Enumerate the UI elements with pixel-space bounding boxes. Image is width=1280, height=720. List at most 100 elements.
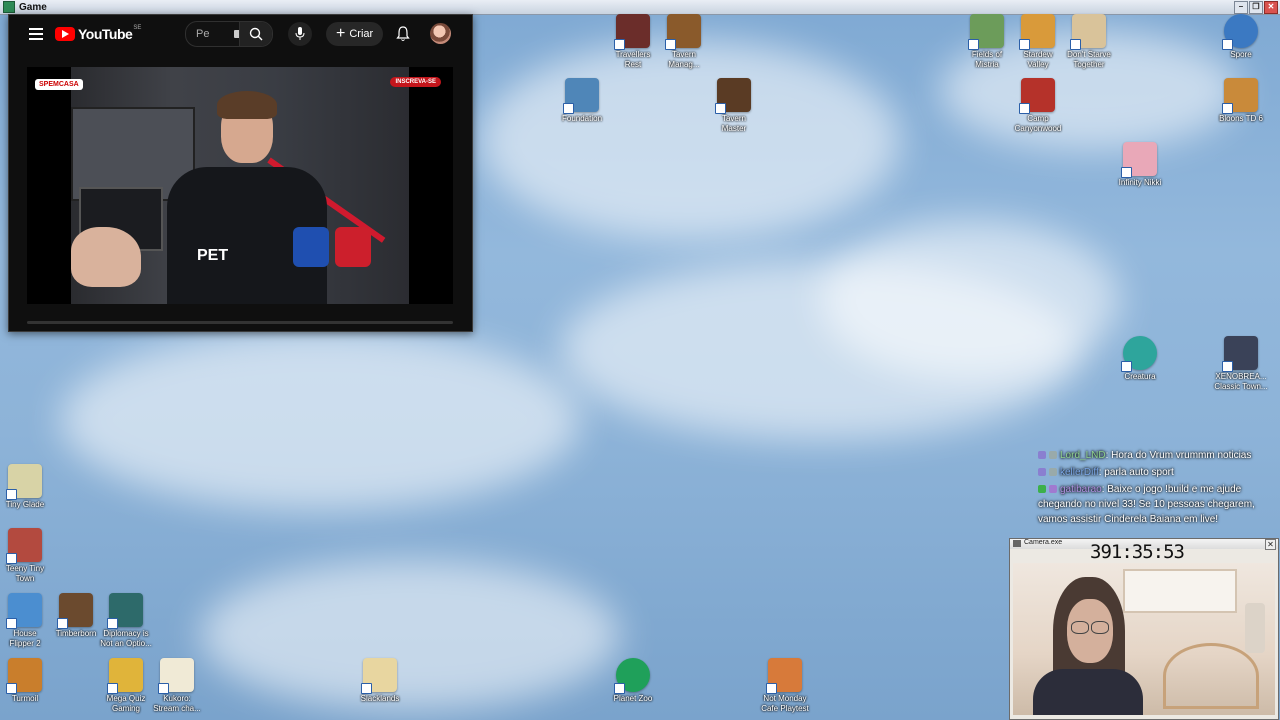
youtube-play-icon — [55, 27, 75, 41]
desktop-icon-fields-of-mistria[interactable]: Fields of Mistria — [960, 14, 1014, 70]
desktop-icon-label: Timberborn — [55, 629, 97, 638]
chat-message: kellerDiff: parla auto sport — [1038, 465, 1278, 480]
chat-text: : parla auto sport — [1098, 467, 1174, 478]
desktop-icon-diplomacy[interactable]: Diplomacy is Not an Optio... — [99, 593, 153, 649]
turmoil-icon — [6, 658, 42, 694]
desktop-icon-tiny-glade[interactable]: Tiny Glade — [0, 464, 52, 510]
video-progress-bar[interactable] — [27, 321, 453, 324]
desktop-icon-tavern-master[interactable]: Tavern Master — [707, 78, 761, 134]
notifications-button[interactable] — [393, 23, 413, 45]
video-person: PET — [167, 91, 371, 304]
desktop-icon-bloons-td-6[interactable]: Bloons TD 6 — [1214, 78, 1268, 124]
video-sponsor-text: PET — [197, 247, 229, 264]
slacklands-icon — [361, 658, 397, 694]
timberborn-icon — [57, 593, 93, 629]
stream-chat: Lord_LND: Hora do Vrum vrummm noticias k… — [1038, 448, 1278, 529]
spore-icon — [1222, 14, 1258, 50]
app-icon — [3, 1, 15, 13]
restore-button[interactable]: ❐ — [1249, 1, 1263, 14]
youtube-logo[interactable]: YouTube SE — [55, 25, 142, 42]
webcam-person — [1033, 573, 1143, 715]
badge-icon — [1049, 451, 1057, 460]
desktop-icon-label: Slacklands — [360, 694, 400, 703]
desktop-icon-label: Tavern Manag... — [668, 50, 700, 69]
desktop-icon-stardew-valley[interactable]: Stardew Valley — [1011, 14, 1065, 70]
diplomacy-icon — [107, 593, 143, 629]
search-button[interactable] — [239, 22, 272, 46]
desktop-icon-label: House Flipper 2 — [9, 629, 41, 648]
badge-icon — [1038, 485, 1046, 494]
desktop-icon-label: Mega Quiz Gaming — [106, 694, 146, 713]
house-flipper-2-icon — [6, 593, 42, 629]
avatar[interactable] — [430, 23, 451, 44]
travellers-rest-icon — [614, 14, 650, 50]
webcam-background-table — [1163, 643, 1259, 709]
subscribe-badge: INSCREVA-SE — [390, 77, 441, 87]
desktop-icon-infinity-nikki[interactable]: Infinity Nikki — [1113, 142, 1167, 188]
desktop-icon-slacklands[interactable]: Slacklands — [353, 658, 407, 704]
hamburger-menu-icon[interactable] — [29, 28, 43, 40]
desktop-icon-turmoil[interactable]: Turmoil — [0, 658, 52, 704]
desktop-icon-xenobrea[interactable]: XENOBREA... Classic Town... — [1214, 336, 1268, 392]
channel-badge: SPEMCASA — [35, 79, 83, 90]
desktop-icon-planet-zoo[interactable]: Planet Zoo — [606, 658, 660, 704]
youtube-header: YouTube SE Pe + Criar — [9, 15, 472, 53]
chat-username: Lord_LND — [1060, 450, 1106, 461]
foundation-icon — [563, 78, 599, 114]
mega-quiz-icon — [107, 658, 143, 694]
desktop-icon-label: Travellers Rest — [615, 50, 651, 69]
desktop-icon-travellers-rest[interactable]: Travellers Rest — [606, 14, 660, 70]
desktop-icon-camp-canyonwood[interactable]: Camp Canyonwood — [1011, 78, 1065, 134]
bell-icon — [396, 26, 410, 41]
chat-message: Lord_LND: Hora do Vrum vrummm noticias — [1038, 448, 1278, 463]
tiny-glade-icon — [6, 464, 42, 500]
webcam-background-jar — [1245, 603, 1265, 653]
desktop-icon-spore[interactable]: Spore — [1214, 14, 1268, 60]
desktop-icon-label: XENOBREA... Classic Town... — [1214, 372, 1268, 391]
desktop-icon-kukoro[interactable]: Kukoro: Stream cha... — [150, 658, 204, 714]
create-label: Criar — [349, 28, 374, 40]
desktop-icon-not-monday-cafe[interactable]: Not Monday Cafe Playtest — [758, 658, 812, 714]
chat-message: gatibarao: Baixe o jogo !build e me ajud… — [1038, 482, 1278, 527]
desktop-icon-mega-quiz[interactable]: Mega Quiz Gaming — [99, 658, 153, 714]
plus-icon: + — [336, 25, 346, 42]
desktop-icon-label: Don't Starve Together — [1067, 50, 1111, 69]
desktop-icon-label: Not Monday Cafe Playtest — [761, 694, 809, 713]
microphone-icon — [295, 27, 305, 40]
fields-of-mistria-icon — [968, 14, 1004, 50]
desktop-icon-house-flipper-2[interactable]: House Flipper 2 — [0, 593, 52, 649]
minimize-button[interactable]: – — [1234, 1, 1248, 14]
desktop-icon-teeny-tiny-town[interactable]: Teeny Tiny Town — [0, 528, 52, 584]
desktop-icon-label: Creatura — [1124, 372, 1156, 381]
close-button[interactable]: ✕ — [1264, 1, 1278, 14]
desktop-icon-timberborn[interactable]: Timberborn — [49, 593, 103, 639]
close-icon[interactable]: ✕ — [1265, 539, 1276, 550]
desktop-icon-dont-starve-together[interactable]: Don't Starve Together — [1062, 14, 1116, 70]
video-hand — [71, 227, 141, 287]
badge-icon — [1038, 451, 1046, 460]
desktop-icon-label: Stardew Valley — [1023, 50, 1053, 69]
youtube-region: SE — [133, 25, 142, 31]
bloons-td-6-icon — [1222, 78, 1258, 114]
desktop-icon-label: Foundation — [561, 114, 603, 123]
desktop-icon-label: Kukoro: Stream cha... — [153, 694, 201, 713]
desktop-icon-label: Diplomacy is Not an Optio... — [100, 629, 152, 648]
window-titlebar: Game – ❐ ✕ — [0, 0, 1280, 15]
video-player[interactable]: PET SPEMCASA INSCREVA-SE — [27, 67, 453, 304]
desktop-icon-foundation[interactable]: Foundation — [555, 78, 609, 124]
desktop-icon-label: Camp Canyonwood — [1014, 114, 1062, 133]
desktop-icon-label: Turmoil — [11, 694, 39, 703]
desktop-icon-label: Spore — [1230, 50, 1252, 59]
voice-search-button[interactable] — [288, 22, 312, 46]
search-text: Pe — [196, 28, 210, 40]
create-button[interactable]: + Criar — [326, 22, 384, 46]
desktop-icon-creatura[interactable]: Creatura — [1113, 336, 1167, 382]
search-input[interactable]: Pe — [185, 21, 273, 47]
desktop-icon-label: Tavern Master — [721, 114, 747, 133]
teeny-tiny-town-icon — [6, 528, 42, 564]
xenobrea-icon — [1222, 336, 1258, 372]
desktop-icon-label: Fields of Mistria — [971, 50, 1003, 69]
desktop-icon-tavern-manager[interactable]: Tavern Manag... — [657, 14, 711, 70]
desktop-icon-label: Teeny Tiny Town — [5, 564, 45, 583]
youtube-miniplayer: YouTube SE Pe + Criar PET SPEMCASA INSCR… — [8, 14, 473, 332]
